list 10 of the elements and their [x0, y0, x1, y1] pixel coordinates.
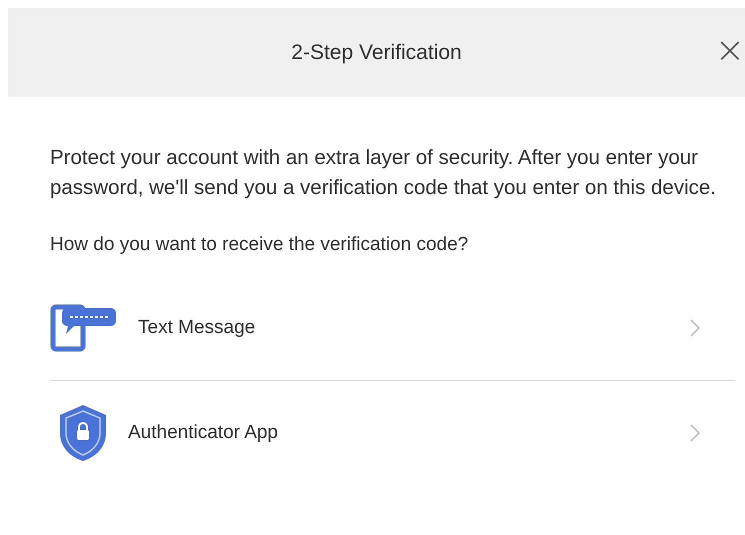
intro-text: Protect your account with an extra layer of security. After you enter your password, we'll send you a verification code that you enter on this device.: [50, 145, 717, 201]
option-label[interactable]: Text Message: [138, 317, 690, 339]
close-button[interactable]: ×: [714, 32, 745, 70]
chevron-icon: [690, 319, 700, 337]
shield-lock-icon: [58, 403, 108, 463]
question-text: How do you want to receive the verification code?: [50, 233, 470, 257]
chevron-icon: [690, 424, 700, 442]
dialog-title: 2-Step Verification: [291, 40, 462, 64]
option-label[interactable]: Authenticator App: [128, 422, 690, 444]
phone-message-icon: [50, 304, 118, 352]
